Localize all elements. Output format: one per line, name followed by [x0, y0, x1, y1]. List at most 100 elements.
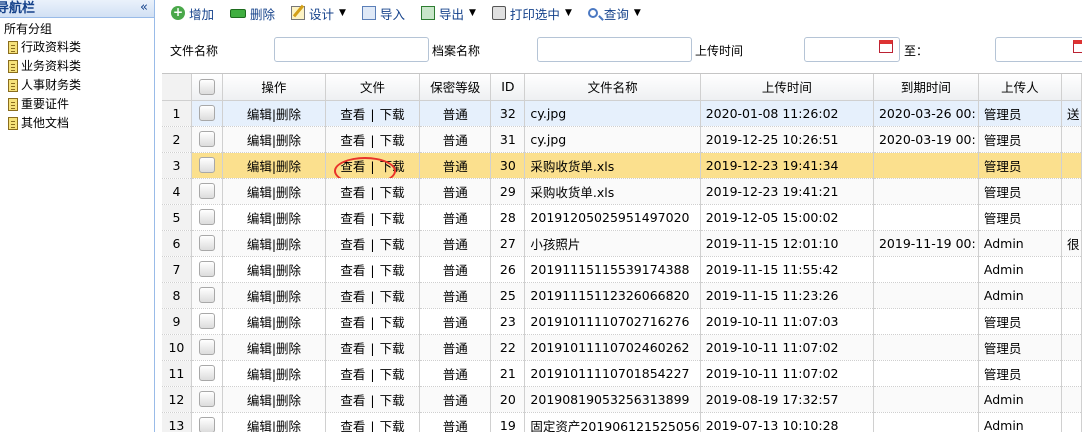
tree-root[interactable]: 所有分组 [0, 20, 154, 38]
tree-item-hr-finance[interactable]: 人事财务类 [0, 76, 154, 95]
edit-link[interactable]: 编辑 [247, 341, 272, 356]
view-link[interactable]: 查看 [340, 367, 365, 382]
view-link[interactable]: 查看 [340, 263, 365, 278]
download-link[interactable]: 下载 [380, 107, 405, 122]
download-link[interactable]: 下载 [380, 393, 405, 408]
download-link[interactable]: 下载 [380, 237, 405, 252]
delete-link[interactable]: 删除 [276, 315, 301, 330]
row-checkbox[interactable] [198, 365, 215, 382]
delete-button[interactable]: 删除 [230, 4, 275, 23]
row-checkbox[interactable] [198, 287, 215, 304]
edit-link[interactable]: 编辑 [247, 107, 272, 122]
op-header[interactable]: 操作 [222, 74, 326, 101]
download-link[interactable]: 下载 [380, 367, 405, 382]
delete-link[interactable]: 删除 [276, 341, 301, 356]
download-link[interactable]: 下载 [380, 185, 405, 200]
row-checkbox[interactable] [198, 313, 215, 330]
delete-link[interactable]: 删除 [276, 419, 301, 432]
select-all-checkbox[interactable] [198, 79, 215, 95]
row-checkbox[interactable] [198, 209, 215, 226]
calendar-icon[interactable] [1073, 40, 1082, 53]
download-link[interactable]: 下载 [380, 263, 405, 278]
view-link[interactable]: 查看 [340, 393, 365, 408]
tree-item-business[interactable]: 业务资料类 [0, 57, 154, 76]
row-select-cell[interactable] [191, 126, 224, 153]
table-row[interactable]: 10 编辑|删除 查看 | 下载 普通 22 20191011110702460262 20… [162, 334, 1082, 361]
row-checkbox[interactable] [198, 339, 215, 356]
add-button[interactable]: + 增加 [171, 4, 214, 23]
table-row[interactable]: 2 编辑|删除 查看 | 下载 普通 31 cy.jpg 2019-12-25 10:26:… [162, 126, 1082, 153]
id-header[interactable]: ID [490, 74, 526, 101]
tree-item-certificates[interactable]: 重要证件 [0, 95, 154, 114]
row-checkbox[interactable] [198, 131, 215, 148]
delete-link[interactable]: 删除 [276, 159, 301, 174]
edit-link[interactable]: 编辑 [247, 159, 272, 174]
row-select-cell[interactable] [191, 282, 224, 309]
download-link[interactable]: 下载 [380, 133, 405, 148]
row-checkbox[interactable] [198, 105, 215, 122]
edit-link[interactable]: 编辑 [247, 393, 272, 408]
row-select-cell[interactable] [191, 360, 224, 387]
expire-time-header[interactable]: 到期时间 [873, 74, 979, 101]
row-select-cell[interactable] [191, 334, 224, 361]
row-select-cell[interactable] [191, 100, 224, 127]
table-row[interactable]: 7 编辑|删除 查看 | 下载 普通 26 20191115115539174388 201… [162, 256, 1082, 283]
delete-link[interactable]: 删除 [276, 211, 301, 226]
import-button[interactable]: 导入 [361, 4, 405, 23]
table-row[interactable]: 4 编辑|删除 查看 | 下载 普通 29 采购收货单.xls 2019-12-23 19:… [162, 178, 1082, 205]
edit-link[interactable]: 编辑 [247, 185, 272, 200]
collapse-icon[interactable]: « [140, 0, 148, 15]
view-link[interactable]: 查看 [340, 107, 365, 122]
row-select-cell[interactable] [191, 256, 224, 283]
security-header[interactable]: 保密等级 [419, 74, 492, 101]
delete-link[interactable]: 删除 [276, 263, 301, 278]
table-row[interactable]: 12 编辑|删除 查看 | 下载 普通 20 20190819053256313899 20… [162, 386, 1082, 413]
table-row[interactable]: 1 编辑|删除 查看 | 下载 普通 32 cy.jpg 2020-01-08 11:26:… [162, 100, 1082, 127]
uploader-header[interactable]: 上传人 [978, 74, 1063, 101]
upload-time-header[interactable]: 上传时间 [700, 74, 874, 101]
download-link[interactable]: 下载 [380, 289, 405, 304]
file-header[interactable]: 文件 [325, 74, 421, 101]
edit-link[interactable]: 编辑 [247, 211, 272, 226]
row-checkbox[interactable] [198, 417, 215, 432]
edit-link[interactable]: 编辑 [247, 289, 272, 304]
row-select-cell[interactable] [191, 412, 224, 432]
delete-link[interactable]: 删除 [276, 237, 301, 252]
download-link[interactable]: 下载 [380, 211, 405, 226]
export-button[interactable]: 导出 ▼ [420, 4, 476, 23]
table-row[interactable]: 6 编辑|删除 查看 | 下载 普通 27 小孩照片 2019-11-15 12:01:10… [162, 230, 1082, 257]
row-checkbox[interactable] [198, 183, 215, 200]
row-checkbox[interactable] [198, 157, 215, 174]
delete-link[interactable]: 删除 [276, 289, 301, 304]
edit-link[interactable]: 编辑 [247, 133, 272, 148]
table-row[interactable]: 11 编辑|删除 查看 | 下载 普通 21 20191011110701854227 20… [162, 360, 1082, 387]
tree-item-other[interactable]: 其他文档 [0, 114, 154, 133]
view-link[interactable]: 查看 [340, 237, 365, 252]
view-link[interactable]: 查看 [340, 185, 365, 200]
edit-link[interactable]: 编辑 [247, 315, 272, 330]
row-checkbox[interactable] [198, 235, 215, 252]
delete-link[interactable]: 删除 [276, 185, 301, 200]
archive-name-input[interactable] [537, 37, 692, 62]
name-header[interactable]: 文件名称 [524, 74, 701, 101]
view-link[interactable]: 查看 [340, 159, 365, 174]
table-row[interactable]: 13 编辑|删除 查看 | 下载 普通 19 固定资产201906121525056 201… [162, 412, 1082, 432]
query-button[interactable]: 查询 ▼ [587, 4, 641, 23]
edit-link[interactable]: 编辑 [247, 237, 272, 252]
design-button[interactable]: 设计 ▼ [291, 4, 346, 23]
download-link[interactable]: 下载 [380, 419, 405, 432]
delete-link[interactable]: 删除 [276, 367, 301, 382]
view-link[interactable]: 查看 [340, 133, 365, 148]
row-select-cell[interactable] [191, 230, 224, 257]
edit-link[interactable]: 编辑 [247, 419, 272, 432]
table-row[interactable]: 8 编辑|删除 查看 | 下载 普通 25 20191115112326066820 201… [162, 282, 1082, 309]
row-checkbox[interactable] [198, 391, 215, 408]
delete-link[interactable]: 删除 [276, 133, 301, 148]
download-link[interactable]: 下载 [380, 341, 405, 356]
row-select-cell[interactable] [191, 178, 224, 205]
edit-link[interactable]: 编辑 [247, 263, 272, 278]
download-link[interactable]: 下载 [380, 159, 405, 174]
edit-link[interactable]: 编辑 [247, 367, 272, 382]
row-select-cell[interactable] [191, 386, 224, 413]
row-select-cell[interactable] [191, 152, 224, 179]
